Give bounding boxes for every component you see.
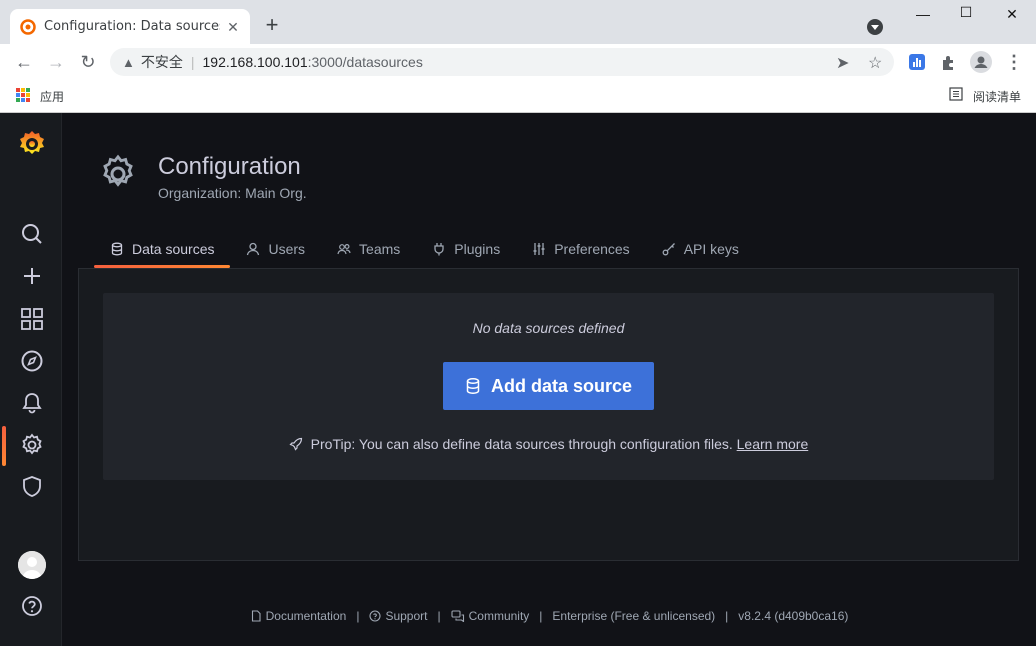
analytics-extension-icon[interactable] (908, 53, 926, 71)
plug-icon (434, 243, 444, 256)
config-tabs: Data sources Users Teams Plugins Prefere… (94, 231, 755, 268)
tab-search-icon[interactable] (867, 19, 883, 35)
browser-toolbar: ← → ↻ ▲ 不安全 | 192.168.100.101 :3000/data… (0, 44, 1036, 80)
footer-version: v8.2.4 (d409b0ca16) (738, 609, 848, 623)
insecure-label: 不安全 (140, 55, 183, 71)
url-separator: | (190, 54, 195, 70)
grafana-app: Configuration Organization: Main Org. Da… (0, 113, 1036, 646)
shield-icon[interactable] (19, 474, 45, 500)
footer-enterprise-link[interactable]: Enterprise (Free & unlicensed) (552, 609, 715, 623)
apps-grid-icon[interactable] (16, 88, 30, 102)
question-circle-icon (369, 610, 382, 622)
grafana-logo-icon[interactable] (17, 129, 47, 159)
footer-separator: | (437, 609, 441, 623)
avatar[interactable] (18, 551, 46, 579)
content-panel: No data sources defined Add data source … (78, 268, 1019, 561)
footer-support-label: Support (385, 609, 428, 623)
tab-label: Plugins (454, 241, 501, 257)
tab-label: Users (268, 241, 306, 257)
configuration-gear-icon (103, 154, 133, 187)
database-icon (466, 378, 480, 394)
warning-icon: ▲ (122, 54, 135, 70)
reading-list-label[interactable]: 阅读清单 (973, 88, 1021, 105)
footer: Documentation | Support | Community | En… (62, 609, 1036, 623)
close-tab-icon[interactable]: ✕ (224, 18, 242, 36)
menu-kebab-icon[interactable]: ⋮ (1003, 51, 1025, 73)
tab-plugins[interactable]: Plugins (416, 231, 516, 267)
close-window-icon[interactable]: ✕ (1002, 6, 1022, 26)
footer-documentation-link[interactable]: Documentation (250, 609, 347, 623)
send-icon[interactable]: ➤ (836, 53, 849, 73)
footer-separator: | (539, 609, 543, 623)
url-host: 192.168.100.101 (202, 54, 308, 70)
sliders-icon (533, 243, 545, 255)
browser-chrome: Configuration: Data sources - Grafana ✕ … (0, 0, 1036, 113)
search-icon[interactable] (19, 221, 45, 247)
bookmark-apps-label[interactable]: 应用 (40, 88, 64, 105)
bookmarks-bar: 应用 阅读清单 (0, 80, 1036, 113)
users-icon (337, 243, 351, 255)
page-subtitle: Organization: Main Org. (158, 185, 307, 201)
document-icon (251, 610, 261, 622)
rocket-icon (289, 437, 302, 451)
empty-list-cta: No data sources defined Add data source … (103, 293, 994, 480)
empty-state-title: No data sources defined (472, 320, 625, 336)
forward-icon[interactable]: → (45, 51, 67, 73)
footer-community-link[interactable]: Community (451, 609, 530, 623)
reload-icon[interactable]: ↻ (77, 51, 99, 73)
url-path: :3000/datasources (307, 54, 423, 70)
star-icon[interactable]: ☆ (868, 53, 882, 73)
profile-avatar-icon[interactable] (970, 51, 992, 73)
dashboards-icon[interactable] (19, 306, 45, 332)
add-data-source-button[interactable]: Add data source (443, 362, 654, 410)
user-icon (247, 242, 260, 256)
tab-label: API keys (683, 241, 739, 257)
help-icon[interactable] (19, 593, 45, 619)
footer-separator: | (725, 609, 729, 623)
tab-strip: Configuration: Data sources - Grafana ✕ … (0, 0, 1036, 44)
tab-data-sources[interactable]: Data sources (94, 231, 231, 268)
tab-teams[interactable]: Teams (321, 231, 416, 267)
tab-label: Teams (359, 241, 401, 257)
page-title: Configuration (158, 153, 301, 180)
browser-tab[interactable]: Configuration: Data sources - Grafana ✕ (10, 9, 250, 44)
comments-icon (451, 610, 464, 622)
side-menu (0, 113, 62, 646)
minimize-icon[interactable]: — (913, 6, 933, 26)
protip: ProTip: You can also define data sources… (103, 436, 994, 452)
tab-label: Data sources (132, 241, 215, 257)
address-bar[interactable]: ▲ 不安全 | 192.168.100.101 :3000/datasource… (110, 48, 894, 76)
tab-users[interactable]: Users (230, 231, 321, 267)
compass-icon[interactable] (19, 348, 45, 374)
protip-text: ProTip: You can also define data sources… (310, 436, 737, 452)
footer-documentation-label: Documentation (265, 609, 347, 623)
tab-label: Preferences (554, 241, 630, 257)
grafana-favicon-icon (20, 18, 36, 35)
bell-icon[interactable] (19, 390, 45, 416)
database-icon (111, 242, 123, 256)
gear-icon[interactable] (19, 432, 45, 458)
footer-separator: | (356, 609, 360, 623)
user-avatar-icon (18, 551, 46, 579)
footer-enterprise-label: Enterprise (Free & unlicensed) (552, 609, 716, 623)
back-icon[interactable]: ← (13, 51, 35, 73)
tab-preferences[interactable]: Preferences (516, 231, 645, 267)
maximize-icon[interactable]: ☐ (956, 4, 976, 24)
footer-support-link[interactable]: Support (369, 609, 427, 623)
footer-community-label: Community (468, 609, 530, 623)
main-content: Configuration Organization: Main Org. Da… (62, 113, 1036, 646)
active-indicator (2, 426, 6, 466)
reading-list-icon[interactable] (949, 87, 963, 101)
add-data-source-label: Add data source (490, 375, 633, 396)
learn-more-link[interactable]: Learn more (737, 436, 809, 452)
new-tab-icon[interactable]: + (262, 14, 282, 36)
tab-api-keys[interactable]: API keys (646, 231, 755, 267)
plus-icon[interactable] (19, 263, 45, 289)
tab-title: Configuration: Data sources - Grafana (44, 19, 220, 34)
key-icon (662, 243, 675, 256)
footer-version-label: v8.2.4 (d409b0ca16) (738, 609, 849, 623)
puzzle-extensions-icon[interactable] (940, 53, 958, 71)
